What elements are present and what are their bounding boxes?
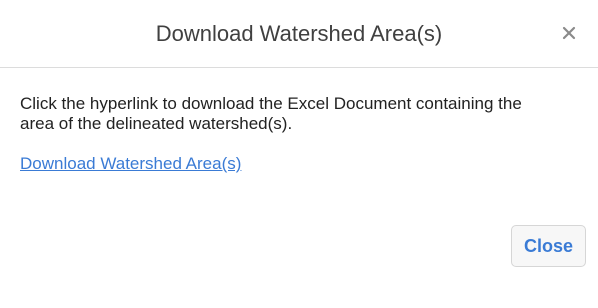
dialog-title: Download Watershed Area(s) <box>155 21 443 46</box>
download-watershed-dialog: Download Watershed Area(s) Click the hyp… <box>0 0 598 308</box>
download-watershed-link[interactable]: Download Watershed Area(s) <box>20 154 241 174</box>
close-button[interactable]: Close <box>510 225 586 267</box>
dialog-body: Click the hyperlink to download the Exce… <box>0 68 598 174</box>
close-icon[interactable] <box>554 18 584 48</box>
dialog-footer: Close <box>510 225 586 267</box>
dialog-header: Download Watershed Area(s) <box>0 0 598 68</box>
close-icon-glyph <box>562 26 576 40</box>
dialog-description: Click the hyperlink to download the Exce… <box>20 94 522 133</box>
